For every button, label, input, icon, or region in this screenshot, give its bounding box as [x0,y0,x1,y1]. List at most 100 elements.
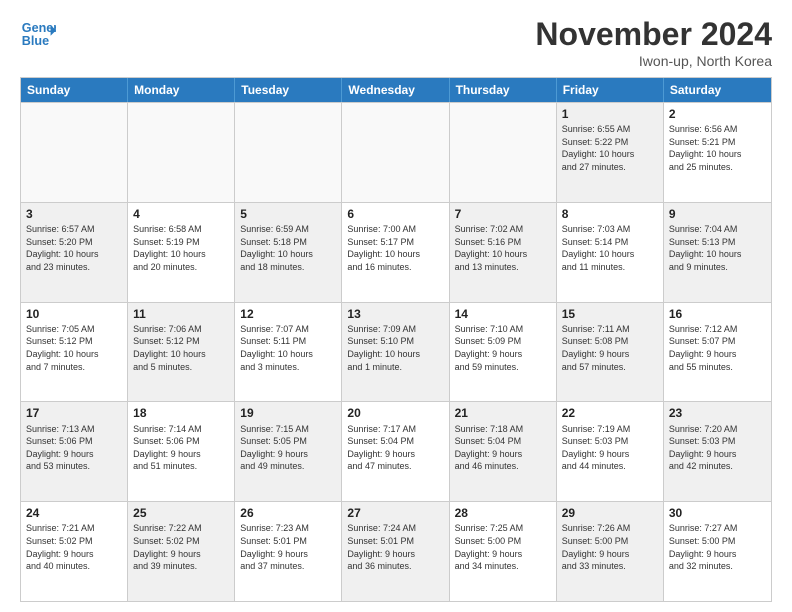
day-number: 9 [669,206,766,222]
cell-info: Sunrise: 7:24 AM Sunset: 5:01 PM Dayligh… [347,522,443,572]
cal-cell-r3c6: 23 Sunrise: 7:20 AM Sunset: 5:03 PM Dayli… [664,402,771,501]
logo: General Blue [20,16,60,52]
day-number: 11 [133,306,229,322]
calendar: Sunday Monday Tuesday Wednesday Thursday… [20,77,772,602]
day-number: 8 [562,206,658,222]
cal-cell-r3c2: 19 Sunrise: 7:15 AM Sunset: 5:05 PM Dayli… [235,402,342,501]
cal-cell-r0c4 [450,103,557,202]
calendar-body: 1Sunrise: 6:55 AM Sunset: 5:22 PM Daylig… [21,102,771,601]
day-number: 15 [562,306,658,322]
cell-info: Sunrise: 6:58 AM Sunset: 5:19 PM Dayligh… [133,223,229,273]
header: General Blue November 2024 Iwon-up, Nort… [20,16,772,69]
cal-cell-r4c0: 24Sunrise: 7:21 AM Sunset: 5:02 PM Dayli… [21,502,128,601]
cal-cell-r1c5: 8Sunrise: 7:03 AM Sunset: 5:14 PM Daylig… [557,203,664,302]
day-number: 16 [669,306,766,322]
header-sunday: Sunday [21,78,128,102]
cal-cell-r0c5: 1Sunrise: 6:55 AM Sunset: 5:22 PM Daylig… [557,103,664,202]
cell-info: Sunrise: 6:57 AM Sunset: 5:20 PM Dayligh… [26,223,122,273]
svg-text:Blue: Blue [22,34,49,48]
day-number: 7 [455,206,551,222]
cell-info: Sunrise: 7:12 AM Sunset: 5:07 PM Dayligh… [669,323,766,373]
cal-cell-r0c3 [342,103,449,202]
day-number: 12 [240,306,336,322]
day-number: 25 [133,505,229,521]
cell-info: Sunrise: 7:03 AM Sunset: 5:14 PM Dayligh… [562,223,658,273]
cell-info: Sunrise: 7:18 AM Sunset: 5:04 PM Dayligh… [455,423,551,473]
header-saturday: Saturday [664,78,771,102]
day-number: 10 [26,306,122,322]
cal-cell-r4c2: 26Sunrise: 7:23 AM Sunset: 5:01 PM Dayli… [235,502,342,601]
day-number: 26 [240,505,336,521]
cell-info: Sunrise: 7:00 AM Sunset: 5:17 PM Dayligh… [347,223,443,273]
cell-info: Sunrise: 7:06 AM Sunset: 5:12 PM Dayligh… [133,323,229,373]
day-number: 1 [562,106,658,122]
cal-row-2: 10Sunrise: 7:05 AM Sunset: 5:12 PM Dayli… [21,302,771,402]
cell-info: Sunrise: 7:02 AM Sunset: 5:16 PM Dayligh… [455,223,551,273]
day-number: 4 [133,206,229,222]
cal-cell-r1c6: 9Sunrise: 7:04 AM Sunset: 5:13 PM Daylig… [664,203,771,302]
cal-cell-r4c6: 30Sunrise: 7:27 AM Sunset: 5:00 PM Dayli… [664,502,771,601]
location: Iwon-up, North Korea [535,53,772,69]
day-number: 3 [26,206,122,222]
cal-cell-r0c0 [21,103,128,202]
day-number: 14 [455,306,551,322]
cell-info: Sunrise: 7:25 AM Sunset: 5:00 PM Dayligh… [455,522,551,572]
cal-cell-r3c1: 18Sunrise: 7:14 AM Sunset: 5:06 PM Dayli… [128,402,235,501]
day-number: 22 [562,405,658,421]
day-number: 5 [240,206,336,222]
cell-info: Sunrise: 7:05 AM Sunset: 5:12 PM Dayligh… [26,323,122,373]
day-number: 17 [26,405,122,421]
cell-info: Sunrise: 7:13 AM Sunset: 5:06 PM Dayligh… [26,423,122,473]
cell-info: Sunrise: 6:55 AM Sunset: 5:22 PM Dayligh… [562,123,658,173]
day-number: 21 [455,405,551,421]
month-title: November 2024 [535,16,772,53]
cell-info: Sunrise: 7:26 AM Sunset: 5:00 PM Dayligh… [562,522,658,572]
cell-info: Sunrise: 7:14 AM Sunset: 5:06 PM Dayligh… [133,423,229,473]
day-number: 30 [669,505,766,521]
cell-info: Sunrise: 7:19 AM Sunset: 5:03 PM Dayligh… [562,423,658,473]
cal-cell-r1c4: 7Sunrise: 7:02 AM Sunset: 5:16 PM Daylig… [450,203,557,302]
cal-cell-r3c4: 21 Sunrise: 7:18 AM Sunset: 5:04 PM Dayli… [450,402,557,501]
cal-cell-r2c5: 15Sunrise: 7:11 AM Sunset: 5:08 PM Dayli… [557,303,664,402]
day-number: 13 [347,306,443,322]
day-number: 29 [562,505,658,521]
cal-cell-r3c3: 20Sunrise: 7:17 AM Sunset: 5:04 PM Dayli… [342,402,449,501]
day-number: 27 [347,505,443,521]
day-number: 23 [669,405,766,421]
header-tuesday: Tuesday [235,78,342,102]
cal-row-0: 1Sunrise: 6:55 AM Sunset: 5:22 PM Daylig… [21,102,771,202]
cell-info: Sunrise: 7:04 AM Sunset: 5:13 PM Dayligh… [669,223,766,273]
page: General Blue November 2024 Iwon-up, Nort… [0,0,792,612]
cell-info: Sunrise: 7:27 AM Sunset: 5:00 PM Dayligh… [669,522,766,572]
cal-cell-r2c0: 10Sunrise: 7:05 AM Sunset: 5:12 PM Dayli… [21,303,128,402]
cell-info: Sunrise: 7:21 AM Sunset: 5:02 PM Dayligh… [26,522,122,572]
cal-cell-r2c2: 12Sunrise: 7:07 AM Sunset: 5:11 PM Dayli… [235,303,342,402]
cal-cell-r1c0: 3Sunrise: 6:57 AM Sunset: 5:20 PM Daylig… [21,203,128,302]
cal-cell-r4c4: 28Sunrise: 7:25 AM Sunset: 5:00 PM Dayli… [450,502,557,601]
header-monday: Monday [128,78,235,102]
cal-cell-r0c2 [235,103,342,202]
cell-info: Sunrise: 6:56 AM Sunset: 5:21 PM Dayligh… [669,123,766,173]
title-section: November 2024 Iwon-up, North Korea [535,16,772,69]
cell-info: Sunrise: 7:11 AM Sunset: 5:08 PM Dayligh… [562,323,658,373]
cell-info: Sunrise: 7:10 AM Sunset: 5:09 PM Dayligh… [455,323,551,373]
cal-cell-r0c6: 2Sunrise: 6:56 AM Sunset: 5:21 PM Daylig… [664,103,771,202]
day-number: 20 [347,405,443,421]
cal-cell-r4c1: 25Sunrise: 7:22 AM Sunset: 5:02 PM Dayli… [128,502,235,601]
header-wednesday: Wednesday [342,78,449,102]
day-number: 19 [240,405,336,421]
cell-info: Sunrise: 7:20 AM Sunset: 5:03 PM Dayligh… [669,423,766,473]
cal-cell-r0c1 [128,103,235,202]
day-number: 28 [455,505,551,521]
cell-info: Sunrise: 7:15 AM Sunset: 5:05 PM Dayligh… [240,423,336,473]
cal-row-3: 17 Sunrise: 7:13 AM Sunset: 5:06 PM Dayli… [21,401,771,501]
cal-row-1: 3Sunrise: 6:57 AM Sunset: 5:20 PM Daylig… [21,202,771,302]
cal-cell-r2c4: 14Sunrise: 7:10 AM Sunset: 5:09 PM Dayli… [450,303,557,402]
day-number: 2 [669,106,766,122]
cal-cell-r3c0: 17 Sunrise: 7:13 AM Sunset: 5:06 PM Dayli… [21,402,128,501]
cal-cell-r2c1: 11Sunrise: 7:06 AM Sunset: 5:12 PM Dayli… [128,303,235,402]
cal-cell-r4c3: 27Sunrise: 7:24 AM Sunset: 5:01 PM Dayli… [342,502,449,601]
header-thursday: Thursday [450,78,557,102]
cell-info: Sunrise: 7:23 AM Sunset: 5:01 PM Dayligh… [240,522,336,572]
day-number: 24 [26,505,122,521]
